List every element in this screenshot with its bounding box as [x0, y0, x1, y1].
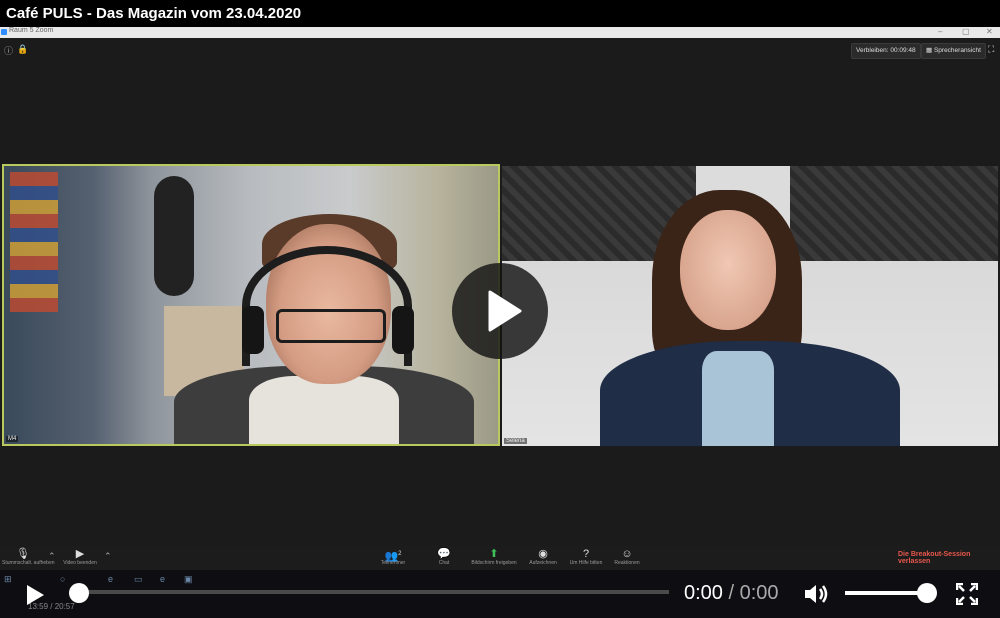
play-icon [27, 585, 44, 605]
reactions-button: ☺ Reaktionen [610, 548, 644, 566]
share-screen-icon: ⬆ [489, 548, 499, 560]
participants-count: 2 [398, 551, 402, 557]
participants-icon: 👥2 [384, 550, 402, 563]
volume-icon [805, 585, 828, 603]
participant-video-right: Selena [502, 166, 998, 446]
person-face [680, 210, 776, 330]
fullscreen-button[interactable] [955, 582, 979, 610]
person-blouse [702, 351, 774, 446]
wall-poster [10, 172, 58, 312]
video-controls [0, 578, 1000, 618]
ask-for-help-label: Um Hilfe bitten [569, 560, 603, 566]
headset [242, 246, 412, 366]
stop-video-label: Video beenden [63, 560, 97, 566]
speaker-view-label: Sprecheransicht [933, 47, 981, 54]
chat-button: 💬 Chat [430, 548, 458, 566]
video-title: Café PULS - Das Magazin vom 23.04.2020 [6, 5, 302, 22]
play-button[interactable] [24, 584, 46, 611]
stop-video-button: ▶︎ Video beenden [58, 548, 102, 566]
record-button: ◉ Aufzeichnen [524, 548, 562, 566]
progress-bar[interactable] [79, 590, 669, 594]
unmute-button: 🎙 Stummschalt. aufheben [2, 548, 55, 566]
ask-for-help-button: ? Um Hilfe bitten [564, 548, 608, 566]
duration: 0:00 [739, 582, 779, 604]
glasses [276, 309, 386, 343]
reactions-icon: ☺ [621, 548, 633, 560]
close-icon: ✕ [986, 27, 993, 36]
zoom-window-titlebar: Raum 5 Zoom – ▢ ✕ [0, 27, 1000, 38]
leave-breakout-session-button: Die Breakout-Session verlassen [898, 551, 971, 565]
participant-video-left: M4 [2, 164, 500, 446]
fullscreen-icon [955, 582, 979, 606]
unmute-label: Stummschalt. aufheben [2, 560, 55, 566]
share-screen-label: Bildschirm freigeben [471, 560, 517, 566]
video-title-bar: Café PULS - Das Magazin vom 23.04.2020 [0, 0, 1000, 27]
guitar [154, 176, 194, 296]
participants-label: Teilnehmer [380, 560, 406, 566]
participant-name-right: Selena [504, 438, 527, 444]
remaining-time-badge: Verbleiben: 00:09:48 [851, 43, 921, 59]
current-time: 0:00 [684, 582, 723, 604]
help-icon: ? [582, 548, 590, 560]
person-shirt [249, 376, 399, 444]
chat-icon: 💬 [437, 548, 451, 560]
volume-handle[interactable] [917, 583, 937, 603]
participants-button: 👥2 Teilnehmer [373, 548, 413, 566]
big-play-icon [488, 290, 522, 332]
chat-label: Chat [438, 560, 450, 566]
lock-icon: 🔒 [17, 44, 29, 54]
reactions-label: Reaktionen [614, 560, 640, 566]
headset-earcup-left [242, 306, 264, 354]
big-play-button[interactable] [452, 263, 548, 359]
microphone-icon: 🎙 [16, 548, 30, 560]
volume-fill [845, 591, 926, 595]
chevron-up-icon: ⌃ [48, 551, 56, 561]
time-separator: / [728, 582, 735, 604]
minimize-icon: – [938, 27, 943, 36]
share-screen-button: ⬆ Bildschirm freigeben [466, 548, 522, 566]
progress-handle[interactable] [69, 583, 89, 603]
time-display: 0:00 / 0:00 [684, 582, 779, 605]
record-label: Aufzeichnen [529, 560, 557, 566]
info-icon: ⓘ [4, 46, 14, 56]
chevron-up-icon: ⌃ [104, 551, 112, 561]
record-icon: ◉ [538, 548, 548, 560]
video-camera-icon: ▶︎ [75, 548, 85, 560]
speaker-view-button: ▦ Sprecheransicht [921, 43, 986, 59]
zoom-app-icon [1, 29, 7, 35]
participant-name-left: M4 [6, 436, 19, 442]
maximize-icon: ▢ [962, 27, 970, 36]
zoom-fullscreen-icon: ⛶ [988, 44, 995, 54]
headset-earcup-right [392, 306, 414, 354]
mute-button[interactable] [803, 583, 831, 610]
zoom-window-title: Raum 5 Zoom [9, 27, 54, 34]
